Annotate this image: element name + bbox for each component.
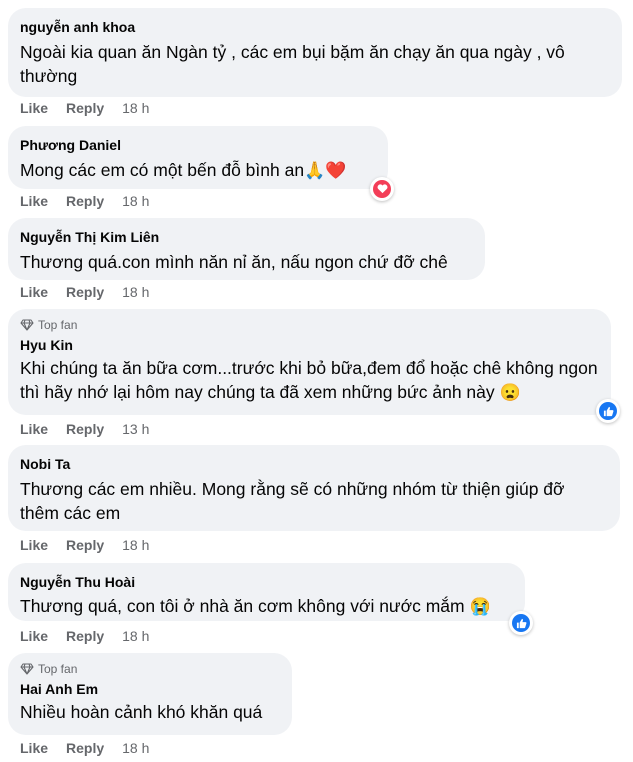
pray-heart-emoji: 🙏❤️ [304, 161, 347, 181]
reaction-badge[interactable] [370, 177, 394, 201]
like-button[interactable]: Like [20, 193, 48, 209]
comment-timestamp[interactable]: 13 h [122, 421, 149, 437]
reply-button[interactable]: Reply [66, 284, 104, 300]
comment-bubble: Nguyễn Thu Hoài Thương quá, con tôi ở nh… [8, 563, 533, 635]
comment: Phương Daniel Mong các em có một bến đỗ … [8, 126, 394, 201]
comment-text-content: Mong các em có một bến đỗ bình an [20, 160, 305, 180]
comment-timestamp[interactable]: 18 h [122, 740, 149, 756]
comment-timestamp[interactable]: 18 h [122, 628, 149, 644]
comment-actions: Like Reply 18 h [20, 193, 149, 209]
comment-text: Thương các em nhiều. Mong rằng sẽ có nhữ… [20, 479, 565, 523]
comment: Nguyễn Thu Hoài Thương quá, con tôi ở nh… [8, 563, 533, 635]
comment-bubble: Top fan Hyu Kin Khi chúng ta ăn bữa cơm.… [8, 309, 620, 423]
comment-timestamp[interactable]: 18 h [122, 193, 149, 209]
comment-text: Mong các em có một bến đỗ bình an🙏❤️ [20, 158, 376, 182]
top-fan-badge[interactable]: Top fan [20, 318, 599, 332]
comment-timestamp[interactable]: 18 h [122, 100, 149, 116]
comment-author[interactable]: Hyu Kin [20, 336, 599, 354]
comment-author[interactable]: Nguyễn Thị Kim Liên [20, 228, 473, 246]
comment-actions: Like Reply 13 h [20, 421, 149, 437]
comment-text: Nhiều hoàn cảnh khó khăn quá [20, 702, 263, 722]
comment-text: Thương quá.con mình năn nỉ ăn, nấu ngon … [20, 252, 448, 272]
like-button[interactable]: Like [20, 628, 48, 644]
comment-text: Ngoài kia quan ăn Ngàn tỷ , các em bụi b… [20, 42, 565, 86]
reply-button[interactable]: Reply [66, 628, 104, 644]
comment-actions: Like Reply 18 h [20, 284, 149, 300]
diamond-icon [20, 663, 34, 675]
comment-actions: Like Reply 18 h [20, 100, 149, 116]
reaction-badge[interactable] [509, 611, 533, 635]
like-button[interactable]: Like [20, 537, 48, 553]
reply-button[interactable]: Reply [66, 740, 104, 756]
comment-actions: Like Reply 18 h [20, 537, 149, 553]
comment-author[interactable]: nguyễn anh khoa [20, 18, 610, 36]
top-fan-badge[interactable]: Top fan [20, 662, 280, 676]
reply-button[interactable]: Reply [66, 537, 104, 553]
comment-author[interactable]: Nguyễn Thu Hoài [20, 573, 513, 591]
comment: Top fan Hai Anh Em Nhiều hoàn cảnh khó k… [8, 653, 292, 735]
reply-button[interactable]: Reply [66, 421, 104, 437]
comment-author[interactable]: Phương Daniel [20, 136, 376, 154]
comment-actions: Like Reply 18 h [20, 740, 149, 756]
comment: Nguyễn Thị Kim Liên Thương quá.con mình … [8, 218, 485, 280]
top-fan-label: Top fan [38, 662, 78, 676]
comment-text: Thương quá, con tôi ở nhà ăn cơm không v… [20, 594, 513, 618]
comment-bubble: Nguyễn Thị Kim Liên Thương quá.con mình … [8, 218, 485, 280]
like-reaction-icon [599, 402, 617, 420]
reply-button[interactable]: Reply [66, 193, 104, 209]
comment-bubble: Top fan Hai Anh Em Nhiều hoàn cảnh khó k… [8, 653, 292, 735]
like-button[interactable]: Like [20, 284, 48, 300]
comment-timestamp[interactable]: 18 h [122, 537, 149, 553]
frowning-emoji: 😦 [499, 383, 521, 403]
comment-timestamp[interactable]: 18 h [122, 284, 149, 300]
comment-bubble: nguyễn anh khoa Ngoài kia quan ăn Ngàn t… [8, 8, 622, 97]
comment-bubble: Nobi Ta Thương các em nhiều. Mong rằng s… [8, 445, 620, 531]
like-button[interactable]: Like [20, 740, 48, 756]
reaction-badge[interactable] [596, 399, 620, 423]
comment: Nobi Ta Thương các em nhiều. Mong rằng s… [8, 445, 620, 531]
love-reaction-icon [373, 180, 391, 198]
comment-actions: Like Reply 18 h [20, 628, 149, 644]
comment-text-content: Thương quá, con tôi ở nhà ăn cơm không v… [20, 596, 465, 616]
like-reaction-icon [512, 614, 530, 632]
comment: Top fan Hyu Kin Khi chúng ta ăn bữa cơm.… [8, 309, 620, 423]
comment-text: Khi chúng ta ăn bữa cơm...trước khi bỏ b… [20, 356, 599, 404]
like-button[interactable]: Like [20, 100, 48, 116]
crying-emoji: 😭 [469, 597, 491, 617]
reply-button[interactable]: Reply [66, 100, 104, 116]
comment: nguyễn anh khoa Ngoài kia quan ăn Ngàn t… [8, 8, 622, 97]
top-fan-label: Top fan [38, 318, 78, 332]
comment-author[interactable]: Hai Anh Em [20, 680, 280, 698]
comment-author[interactable]: Nobi Ta [20, 455, 608, 473]
diamond-icon [20, 319, 34, 331]
comment-bubble: Phương Daniel Mong các em có một bến đỗ … [8, 126, 394, 201]
like-button[interactable]: Like [20, 421, 48, 437]
